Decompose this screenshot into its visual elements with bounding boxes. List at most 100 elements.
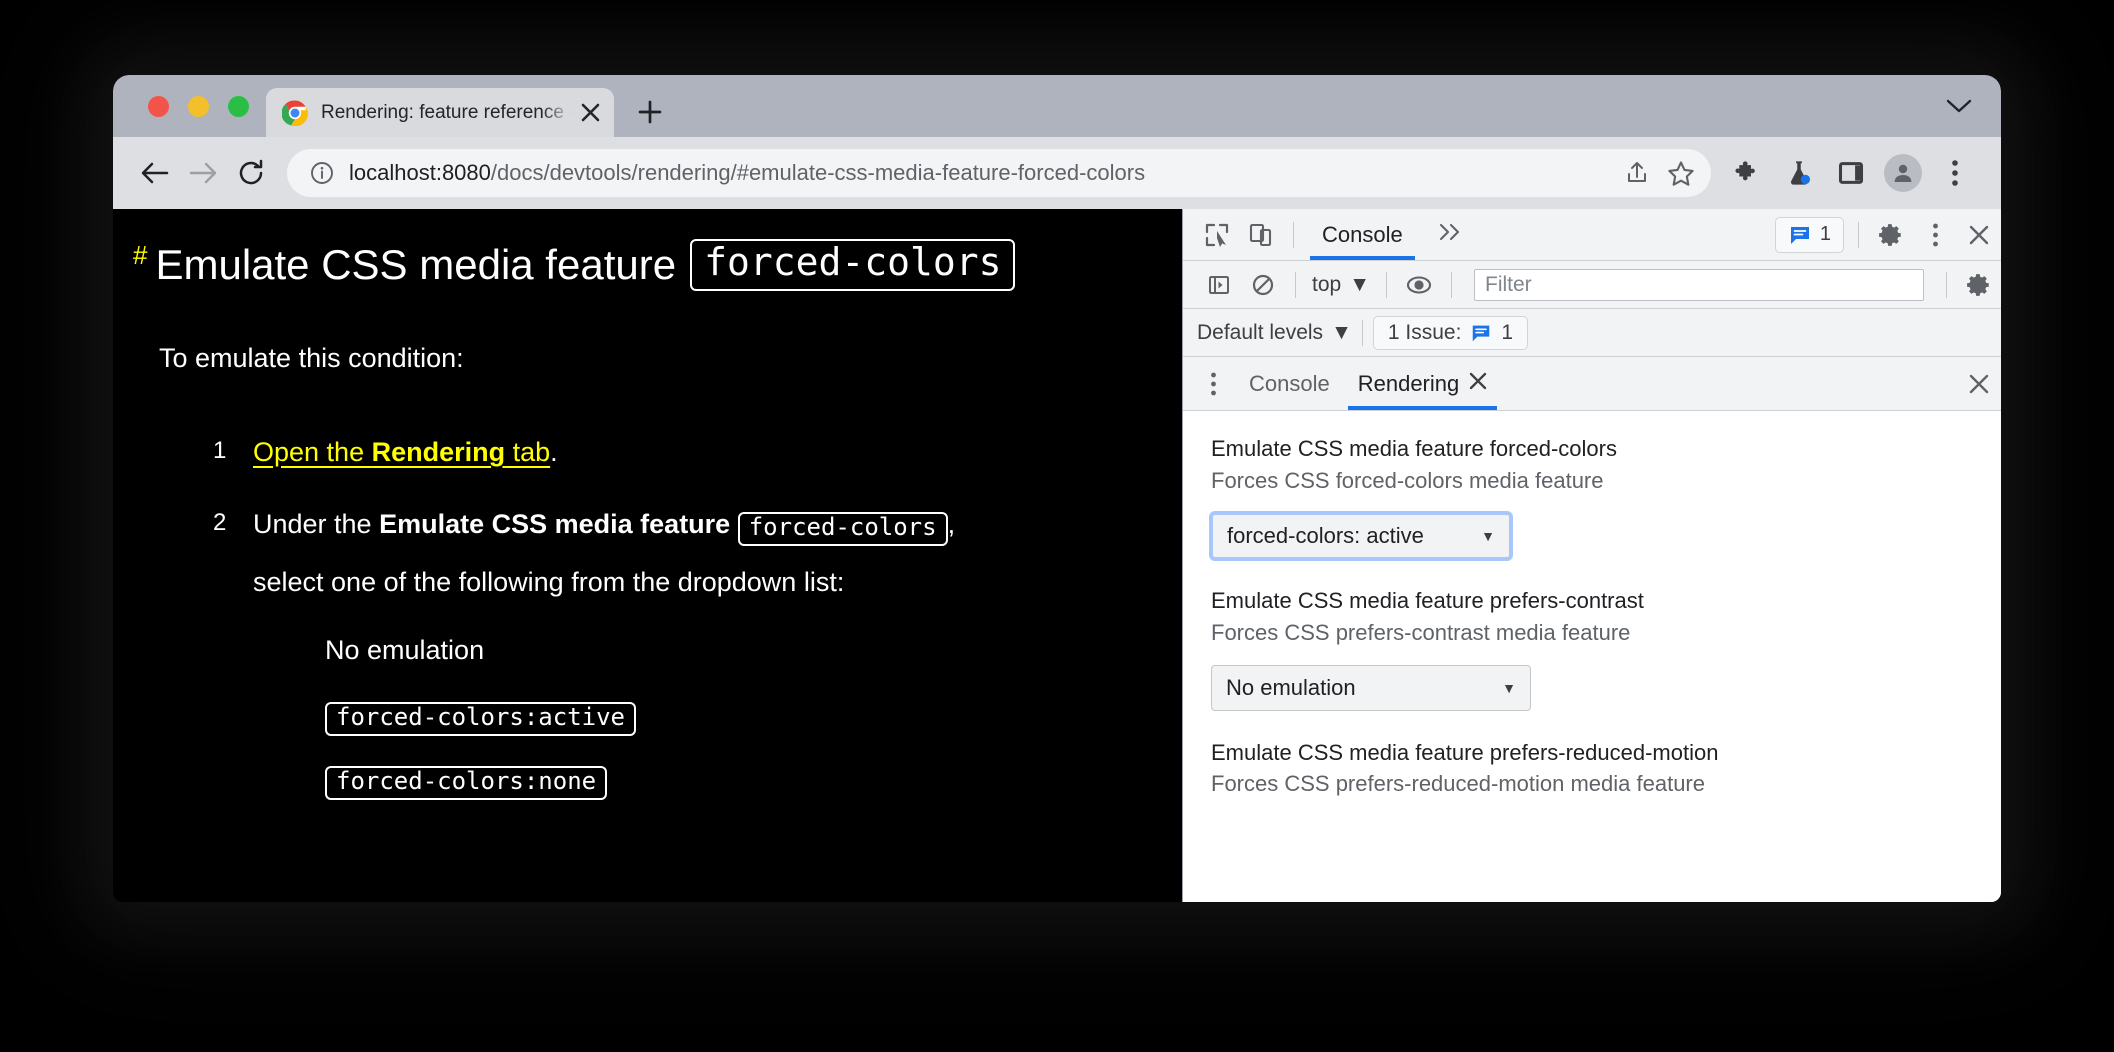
step-code: forced-colors <box>737 511 948 546</box>
link-suffix: tab <box>505 436 551 467</box>
caret-down-icon: ▼ <box>1502 679 1516 696</box>
drawer-tab-console[interactable]: Console <box>1235 357 1344 410</box>
browser-toolbar: localhost:8080/docs/devtools/rendering/#… <box>113 137 2001 209</box>
star-icon[interactable] <box>1659 151 1703 195</box>
page-title-text: Emulate CSS media feature <box>155 240 677 288</box>
render-setting-forced-colors: Emulate CSS media feature forced-colors … <box>1211 433 1973 559</box>
render-setting-prefers-reduced-motion: Emulate CSS media feature prefers-reduce… <box>1211 737 1973 801</box>
drawer-tab-label: Rendering <box>1357 370 1460 396</box>
chevron-down-icon[interactable] <box>1941 93 1977 119</box>
issue-bubble-icon <box>1473 325 1490 341</box>
avatar-icon[interactable] <box>1884 154 1922 192</box>
caret-down-icon: ▼ <box>1331 320 1352 344</box>
step-prefix: Under the <box>253 508 380 539</box>
render-setting-prefers-contrast: Emulate CSS media feature prefers-contra… <box>1211 585 1973 711</box>
inspect-element-icon[interactable] <box>1195 215 1239 255</box>
avatar[interactable] <box>1877 150 1929 196</box>
web-page: # Emulate CSS media feature forced-color… <box>113 209 1182 902</box>
setting-description: Forces CSS prefers-contrast media featur… <box>1211 619 1631 645</box>
setting-title: Emulate CSS media feature prefers-contra… <box>1211 587 1644 613</box>
page-intro: To emulate this condition: <box>159 342 464 373</box>
drawer-tab-label: Console <box>1249 370 1330 396</box>
divider <box>1386 271 1387 298</box>
drawer-tab-rendering[interactable]: Rendering <box>1344 357 1502 410</box>
divider <box>1361 319 1363 346</box>
url-path: /docs/devtools/rendering/#emulate-css-me… <box>490 160 1146 185</box>
minimize-window-button[interactable] <box>188 96 209 117</box>
console-levels-row: Default levels ▼ 1 Issue: 1 <box>1183 309 2001 357</box>
select-value: No emulation <box>1226 674 1356 700</box>
content-area: # Emulate CSS media feature forced-color… <box>113 209 2001 902</box>
rendering-panel: Emulate CSS media feature forced-colors … <box>1183 411 2001 902</box>
flask-icon[interactable] <box>1773 150 1825 196</box>
link-prefix: Open the <box>253 436 372 467</box>
three-dots-vertical-icon[interactable] <box>1913 215 1957 255</box>
gear-icon[interactable] <box>1869 215 1913 255</box>
forced-colors-select[interactable]: forced-colors: active ▼ <box>1211 512 1511 559</box>
option-forced-colors-active: forced-colors:active <box>325 694 1182 736</box>
three-dots-vertical-icon[interactable] <box>1191 364 1235 404</box>
page-title: # Emulate CSS media feature forced-color… <box>133 239 1182 291</box>
chrome-logo-icon <box>282 100 308 126</box>
setting-description: Forces CSS forced-colors media feature <box>1211 467 1604 493</box>
step-number: 2 <box>213 508 227 536</box>
log-levels-value: Default levels <box>1197 320 1324 344</box>
close-drawer-icon[interactable] <box>1957 364 2001 404</box>
tab-strip: Rendering: feature reference - <box>113 75 2001 137</box>
filter-input[interactable]: Filter <box>1474 268 1924 301</box>
prefers-contrast-select[interactable]: No emulation ▼ <box>1211 664 1531 711</box>
divider <box>1858 221 1859 248</box>
share-icon[interactable] <box>1615 151 1659 195</box>
issues-badge[interactable]: 1 <box>1774 216 1844 253</box>
issue-count: 1 <box>1501 320 1514 344</box>
url-host: localhost:8080 <box>349 160 491 185</box>
info-circle-icon[interactable] <box>307 161 337 185</box>
caret-down-icon: ▼ <box>1349 272 1370 296</box>
devtools-main-toolbar: Console 1 <box>1183 209 2001 261</box>
window-controls <box>148 96 249 117</box>
side-panel-icon[interactable] <box>1825 150 1877 196</box>
address-bar[interactable]: localhost:8080/docs/devtools/rendering/#… <box>287 149 1711 197</box>
option-no-emulation: No emulation <box>325 634 485 665</box>
issue-count-button[interactable]: 1 Issue: 1 <box>1372 315 1529 350</box>
devtools-panel: Console 1 top ▼ Filter Default levels ▼ … <box>1182 209 2001 902</box>
option-forced-colors-none: forced-colors:none <box>325 758 1182 800</box>
maximize-window-button[interactable] <box>228 96 249 117</box>
close-icon[interactable] <box>1469 372 1487 396</box>
close-icon[interactable] <box>1957 215 2001 255</box>
browser-tab[interactable]: Rendering: feature reference - <box>266 88 614 137</box>
steps-list: 1 Open the Rendering tab. 2 Under the Em… <box>113 432 1182 800</box>
list-item: 2 Under the Emulate CSS media feature fo… <box>113 504 1182 800</box>
console-sidebar-icon[interactable] <box>1197 265 1241 305</box>
anchor-link-icon[interactable]: # <box>133 242 147 268</box>
three-dots-vertical-icon[interactable] <box>1929 150 1981 196</box>
issues-count: 1 <box>1819 223 1831 245</box>
step-bold: Emulate CSS media feature <box>379 508 731 539</box>
list-item: 1 Open the Rendering tab. <box>113 432 1182 474</box>
page-title-code: forced-colors <box>690 239 1016 291</box>
puzzle-piece-icon[interactable] <box>1721 150 1773 196</box>
gear-icon[interactable] <box>1957 265 2001 305</box>
option-list: No emulation forced-colors:active forced… <box>325 630 1182 800</box>
select-value: forced-colors: active <box>1227 522 1424 548</box>
divider <box>1295 271 1296 298</box>
setting-title: Emulate CSS media feature prefers-reduce… <box>1211 739 1719 765</box>
close-icon[interactable] <box>578 101 602 125</box>
device-toolbar-icon[interactable] <box>1239 215 1283 255</box>
setting-title: Emulate CSS media feature forced-colors <box>1211 436 1617 461</box>
log-levels-select[interactable]: Default levels ▼ <box>1197 321 1352 345</box>
execution-context-select[interactable]: top ▼ <box>1306 273 1376 297</box>
live-expression-icon[interactable] <box>1397 265 1441 305</box>
tab-title: Rendering: feature reference - <box>321 101 572 123</box>
clear-console-icon[interactable] <box>1241 265 1285 305</box>
chevron-double-right-icon[interactable] <box>1421 221 1481 249</box>
divider <box>1293 221 1294 248</box>
reload-icon[interactable] <box>227 149 275 197</box>
rendering-tab-link[interactable]: Open the Rendering tab <box>253 437 550 467</box>
back-arrow-icon[interactable] <box>131 149 179 197</box>
tab-console[interactable]: Console <box>1304 209 1421 260</box>
issue-label: 1 Issue: <box>1387 320 1462 344</box>
new-tab-button[interactable] <box>633 95 667 129</box>
url-text: localhost:8080/docs/devtools/rendering/#… <box>349 160 1615 186</box>
close-window-button[interactable] <box>148 96 169 117</box>
